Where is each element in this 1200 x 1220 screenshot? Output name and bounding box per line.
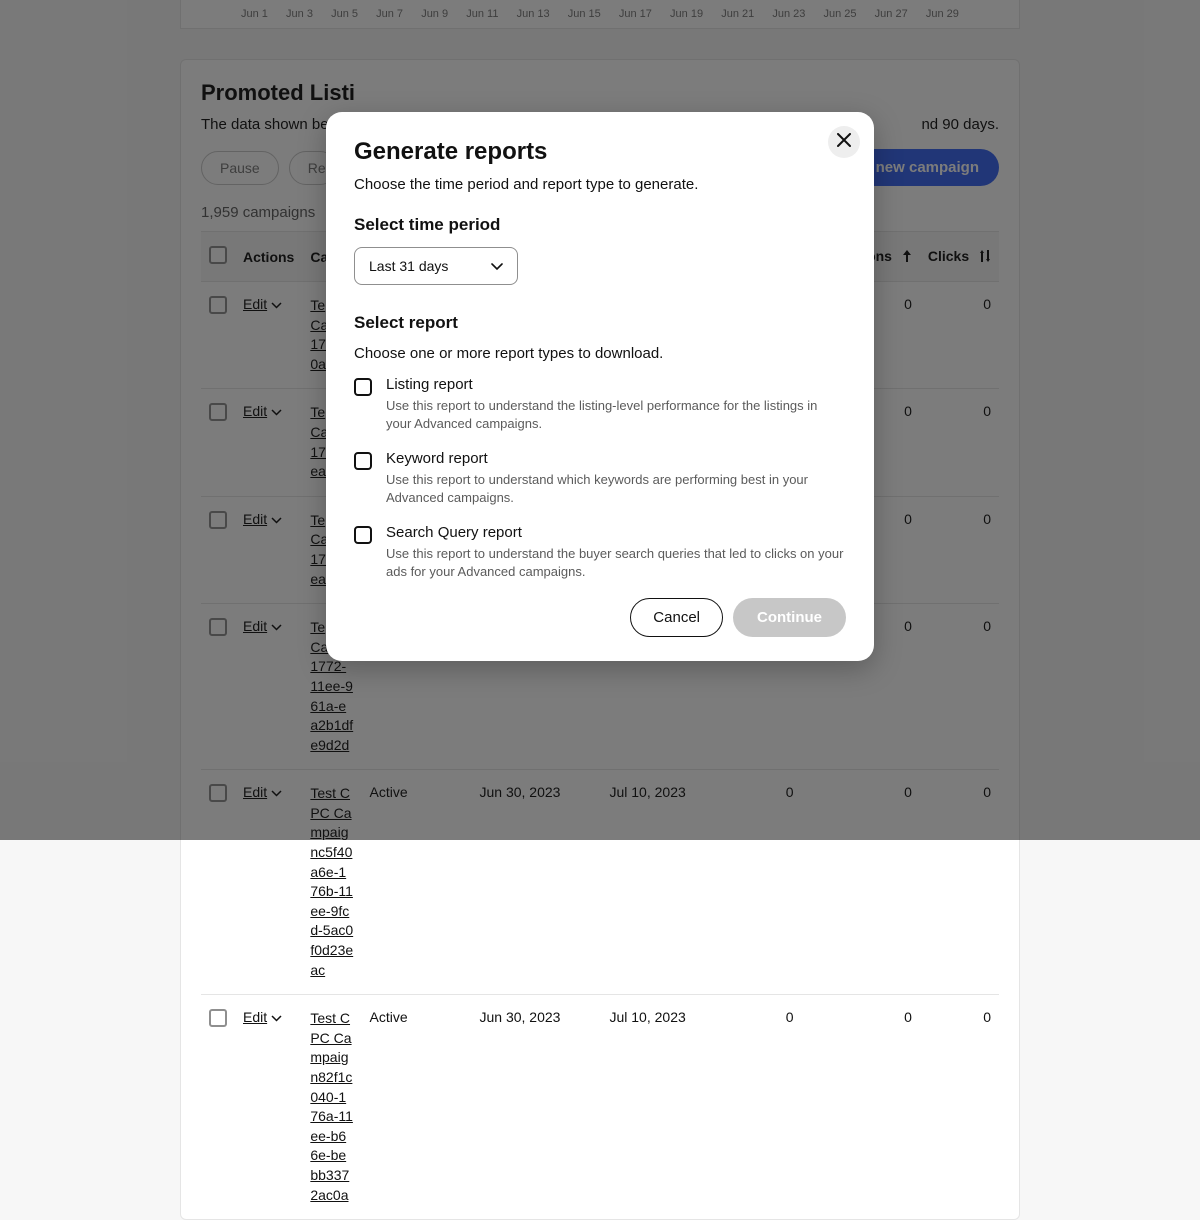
listing-report-help: Use this report to understand the listin… [386, 397, 846, 432]
impressions-cell: 0 [801, 995, 919, 1219]
edit-link[interactable]: Edit [243, 1009, 267, 1025]
modal-subtitle: Choose the time period and report type t… [354, 176, 846, 193]
modal-overlay: Generate reports Choose the time period … [0, 0, 1200, 840]
table-row: Edit Test CPC Campaign82f1c040-176a-11ee-… [201, 995, 999, 1219]
keyword-report-label: Keyword report [386, 450, 846, 467]
chevron-down-icon[interactable] [271, 1009, 282, 1025]
modal-title: Generate reports [354, 138, 846, 166]
close-button[interactable] [828, 126, 860, 158]
time-period-select[interactable]: Last 31 days [354, 247, 518, 285]
row-checkbox[interactable] [209, 1009, 227, 1027]
report-option-keyword[interactable]: Keyword report Use this report to unders… [354, 450, 846, 506]
generate-reports-modal: Generate reports Choose the time period … [326, 112, 874, 661]
continue-button[interactable]: Continue [733, 598, 846, 637]
report-option-listing[interactable]: Listing report Use this report to unders… [354, 376, 846, 432]
metric-cell: 0 [731, 995, 801, 1219]
chevron-down-icon [491, 258, 503, 274]
search-query-report-help: Use this report to understand the buyer … [386, 545, 846, 580]
keyword-report-help: Use this report to understand which keyw… [386, 471, 846, 506]
search-query-report-label: Search Query report [386, 524, 846, 541]
campaign-name-link[interactable]: Test CPC Campaign82f1c040-176a-11ee-b66e… [310, 1009, 353, 1205]
modal-actions: Cancel Continue [354, 598, 846, 637]
close-icon [837, 133, 851, 152]
time-period-value: Last 31 days [369, 258, 448, 274]
clicks-cell: 0 [920, 995, 999, 1219]
search-query-report-checkbox[interactable] [354, 526, 372, 544]
select-report-subtitle: Choose one or more report types to downl… [354, 345, 846, 362]
cancel-button[interactable]: Cancel [630, 598, 723, 637]
end-date-cell: Jul 10, 2023 [601, 995, 731, 1219]
start-date-cell: Jun 30, 2023 [471, 995, 601, 1219]
select-report-heading: Select report [354, 313, 846, 333]
listing-report-label: Listing report [386, 376, 846, 393]
keyword-report-checkbox[interactable] [354, 452, 372, 470]
report-option-search-query[interactable]: Search Query report Use this report to u… [354, 524, 846, 580]
status-cell: Active [361, 995, 471, 1219]
listing-report-checkbox[interactable] [354, 378, 372, 396]
time-period-heading: Select time period [354, 215, 846, 235]
